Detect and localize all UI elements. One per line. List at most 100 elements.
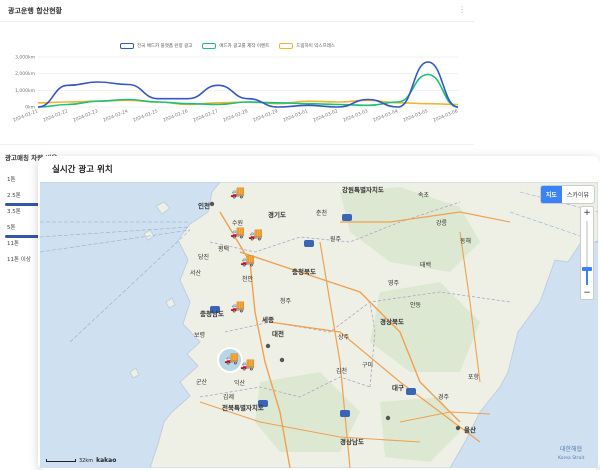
ratio-label: 11톤: [7, 241, 20, 247]
x-tick-label: 2024-03-04: [372, 108, 399, 123]
place-label: 청주: [280, 298, 292, 305]
map-type-map-button[interactable]: 지도: [540, 186, 562, 203]
route-shield: [304, 240, 314, 247]
place-label: 충청북도: [292, 268, 316, 276]
place-label: 대전: [272, 330, 284, 338]
zoom-slider-thumb[interactable]: [582, 267, 592, 271]
y-tick-label: 2,000km: [15, 71, 35, 77]
truck-marker-icon[interactable]: 🚚: [248, 228, 263, 240]
map-type-toggle: 지도 스카이뷰: [539, 185, 595, 204]
place-label: 평택: [218, 246, 230, 253]
city-dot: [455, 425, 461, 431]
place-label: 강원특별자치도: [342, 186, 384, 194]
ratio-label: 2.5톤: [7, 193, 21, 199]
place-label: 전북특별자치도: [222, 404, 264, 412]
zoom-slider[interactable]: [582, 221, 592, 285]
map-island: [165, 297, 176, 309]
place-label: 세종: [262, 316, 274, 324]
y-tick-label: 1,000km: [15, 88, 35, 94]
realtime-location-title: 실시간 광고 위치: [52, 165, 113, 175]
x-tick-label: 2024-02-21: [12, 108, 39, 123]
scale-bar: [46, 459, 76, 462]
y-tick-label: 3,000km: [15, 55, 35, 61]
route-shield: [340, 410, 350, 417]
place-label: 영주: [388, 280, 400, 287]
map-island: [155, 201, 171, 215]
place-label: 대구: [392, 384, 404, 392]
ratio-label: 5톤: [7, 225, 16, 231]
ferry-route: [40, 229, 191, 253]
map-type-skyview-button[interactable]: 스카이뷰: [562, 186, 594, 203]
place-label: 김제: [223, 394, 235, 401]
place-label: 태백: [420, 262, 432, 269]
place-label: 보령: [194, 332, 206, 339]
kakao-map[interactable]: 인천 강원특별자치도 경기도 충청북도 충청남도 세종 대전 경상북도 대구 전…: [40, 182, 598, 468]
x-tick-label: 2024-03-06: [432, 108, 459, 123]
series-line-2: [37, 73, 459, 108]
usage-chart-card: 광고운행 합산현황 ⋮ 전국 애드카 플랫폼 런칭 광고 애드카 광고를 제작 …: [0, 0, 474, 150]
x-tick-label: 2024-03-03: [342, 108, 369, 123]
x-tick-label: 2024-03-05: [402, 108, 429, 123]
place-label: 동해: [460, 238, 472, 245]
x-tick-label: 2024-02-24: [102, 108, 129, 123]
place-label: 울산: [464, 426, 476, 434]
place-label: 원주: [330, 236, 342, 243]
place-label: 경상북도: [380, 318, 404, 326]
x-tick-label: 2024-02-22: [42, 108, 69, 123]
place-label: 경주: [438, 394, 450, 401]
x-tick-label: 2024-02-25: [132, 108, 159, 123]
city-dot: [265, 343, 271, 349]
x-tick-label: 2024-02-26: [162, 108, 189, 123]
ratio-label: 11톤 이상: [7, 257, 31, 263]
scale-label: 32km: [79, 457, 94, 464]
zoom-control: + −: [580, 206, 594, 300]
map-scale: 32km kakao: [46, 457, 116, 464]
ferry-route: [40, 226, 191, 238]
place-label: 군산: [196, 379, 208, 386]
truck-marker-icon[interactable]: 🚚: [224, 352, 239, 364]
sea-label: Korea Strait: [558, 456, 585, 461]
x-tick-label: 2024-02-27: [192, 108, 219, 123]
route-shield: [342, 214, 352, 221]
realtime-location-card: 실시간 광고 위치 인천 강원특별자치도 경기도 충청북도 충청남도 세종 대전…: [38, 156, 600, 470]
x-tick-label: 2024-02-29: [252, 108, 279, 123]
place-label: 익산: [234, 380, 246, 387]
sea-label: 대한해협: [560, 446, 583, 453]
series-line-1: [37, 61, 459, 108]
place-label: 춘천: [316, 210, 328, 217]
truck-marker-icon[interactable]: 🚚: [240, 254, 255, 266]
place-label: 구미: [362, 362, 374, 369]
place-label: 김천: [336, 368, 348, 375]
place-label: 경상남도: [340, 438, 364, 446]
place-label: 강릉: [436, 220, 448, 227]
zoom-out-button[interactable]: −: [583, 287, 591, 299]
map-island: [129, 367, 140, 379]
kakao-logo: kakao: [96, 457, 117, 464]
place-label: 안동: [410, 302, 422, 309]
place-label: 천안: [242, 276, 254, 283]
x-tick-label: 2024-03-01: [282, 108, 309, 123]
route-shield: [406, 388, 416, 395]
ratio-bar: [5, 235, 42, 238]
zoom-in-button[interactable]: +: [583, 207, 591, 219]
map-island: [143, 229, 155, 241]
place-label: 상주: [338, 334, 350, 341]
place-label: 포항: [468, 374, 480, 381]
city-dot: [385, 415, 391, 421]
line-chart: 3,000km2,000km1,000km0km2024-02-21 2024-0…: [12, 55, 459, 124]
place-label: 속초: [418, 192, 430, 199]
truck-marker-icon[interactable]: 🚚: [230, 300, 245, 312]
zoom-slider-fill: [586, 269, 588, 285]
x-tick-label: 2024-02-23: [72, 108, 99, 123]
place-label: 서산: [190, 270, 202, 277]
place-label: 당진: [198, 254, 210, 261]
ratio-label: 1톤: [7, 177, 16, 183]
x-tick-label: 2024-03-02: [312, 108, 339, 123]
truck-marker-icon[interactable]: 🚚: [230, 186, 245, 198]
ferry-route: [69, 229, 191, 343]
place-label: 충청남도: [200, 310, 224, 318]
place-label: 인천: [198, 202, 210, 210]
truck-marker-icon[interactable]: 🚚: [230, 226, 245, 238]
truck-marker-icon[interactable]: 🚚: [240, 358, 255, 370]
ratio-label: 3.5톤: [7, 209, 21, 215]
